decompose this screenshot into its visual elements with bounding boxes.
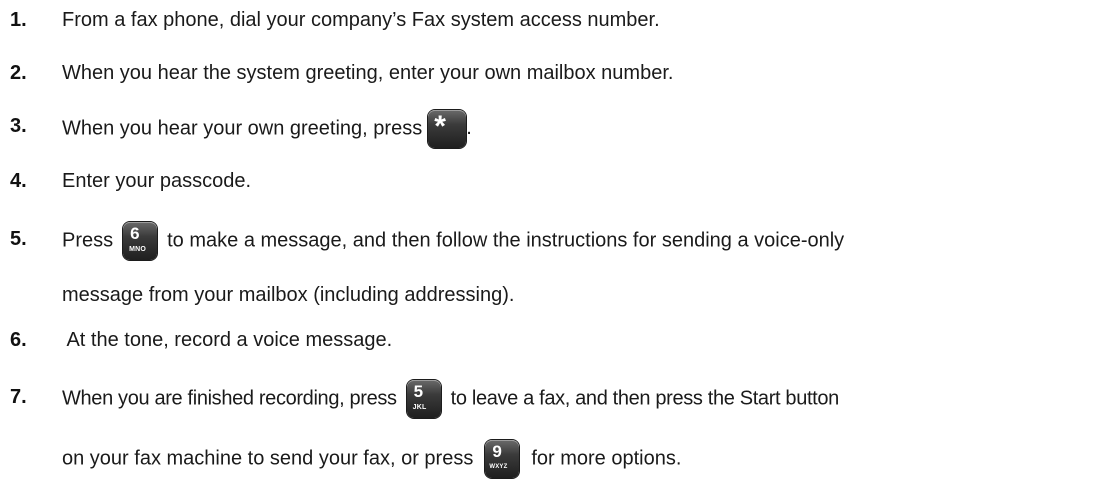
- key-9-icon: 9 WXYZ: [485, 440, 520, 478]
- step-text-line-2-before: on your fax machine to send your fax, or…: [62, 447, 474, 470]
- key-letters: JKL: [412, 404, 427, 411]
- step-text: When you are finished recording, press 5 J…: [62, 380, 839, 418]
- step-text-line-2: message from your mailbox (including add…: [62, 284, 515, 306]
- key-digit: 5: [413, 382, 423, 401]
- key-digit: 6: [130, 224, 140, 243]
- step-text-after: to leave a fax, and then press the Start…: [450, 387, 840, 410]
- step-text-after: .: [466, 117, 472, 140]
- step-text-before: When you hear your own greeting, press: [62, 117, 423, 140]
- key-letters: WXYZ: [489, 464, 508, 470]
- step-text: Enter your passcode.: [62, 170, 251, 192]
- step-text: Press 6 MNO to make a message, and then fol…: [62, 222, 844, 260]
- step-text-line-2-after: for more options.: [531, 447, 682, 470]
- step-text: When you hear your own greeting, press *.: [62, 110, 472, 148]
- step-text: From a fax phone, dial your company’s Fa…: [62, 9, 660, 31]
- step-number: 6.: [10, 329, 27, 351]
- step-number: 5.: [10, 228, 27, 250]
- step-text-before: Press: [62, 229, 114, 252]
- step-text: When you hear the system greeting, enter…: [62, 62, 674, 84]
- step-text-after: to make a message, and then follow the i…: [167, 229, 845, 252]
- key-digit: 9: [492, 442, 502, 461]
- star-key-icon: *: [428, 110, 467, 148]
- step-text-line-2: on your fax machine to send your fax, or…: [62, 440, 681, 478]
- step-number: 7.: [10, 386, 27, 408]
- step-number: 2.: [10, 62, 27, 84]
- step-number: 1.: [10, 9, 27, 31]
- key-6-icon: 6 MNO: [123, 222, 158, 260]
- key-5-icon: 5 JKL: [406, 380, 441, 418]
- step-number: 3.: [10, 115, 27, 137]
- step-number: 4.: [10, 170, 27, 192]
- step-text: At the tone, record a voice message.: [62, 329, 393, 351]
- step-text-before: When you are finished recording, press: [62, 387, 397, 410]
- key-letters: MNO: [129, 246, 147, 253]
- key-symbol: *: [434, 110, 446, 143]
